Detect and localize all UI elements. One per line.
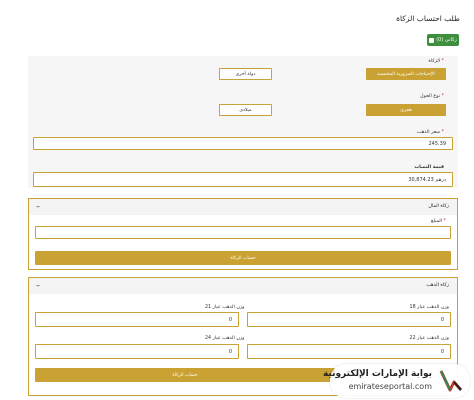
required-mark: * [441, 130, 444, 135]
gold-21-label: وزن الذهب عيار 21 [205, 305, 245, 310]
cash-section-title: زكاة المال [428, 204, 449, 209]
required-mark: * [443, 219, 446, 224]
watermark-badge: بوابة الإمارات الإلكترونية emirateseport… [323, 364, 470, 398]
gold-22-label: وزن الذهب عيار 22 [409, 336, 449, 341]
nisab-field[interactable]: 30,874.23 درهم [33, 172, 453, 187]
required-mark: * [441, 94, 444, 99]
amount-input[interactable] [35, 226, 451, 239]
calendar-type-label-text: نوع الحول [420, 94, 441, 99]
calendar-option-hijri[interactable]: هجري [366, 104, 446, 116]
zakat-type-option-other[interactable]: دولة أخرى [219, 68, 272, 80]
my-zakat-cart-button[interactable]: زكاتي (0) [427, 34, 459, 46]
amount-label-text: المبلغ [430, 219, 443, 224]
zakat-type-option-selected[interactable]: الإحتياجات الضرورية المحتسبة [366, 68, 446, 80]
calculate-gold-zakat-button[interactable]: حساب الزكاة [35, 368, 335, 382]
calendar-type-label: نوع الحول * [420, 94, 444, 99]
gold-18-input[interactable]: 0 [247, 312, 451, 327]
gold-21-input[interactable]: 0 [35, 312, 239, 327]
calendar-option-gregorian[interactable]: ميلادي [219, 104, 272, 116]
required-mark: * [441, 59, 444, 64]
gold-24-label: وزن الذهب عيار 24 [205, 336, 245, 341]
gold-section-header[interactable]: – زكاة الذهب [29, 278, 457, 294]
gold-section-title: زكاة الذهب [426, 283, 449, 288]
page-title: طلب احتساب الزكاة [396, 14, 460, 23]
gold-price-label-text: سعر الذهب [417, 130, 441, 135]
gold-price-label: سعر الذهب * [417, 130, 444, 135]
calculate-cash-zakat-button[interactable]: حساب الزكاة [35, 251, 451, 265]
gold-price-field[interactable]: 245.39 [33, 137, 453, 150]
gold-22-input[interactable]: 0 [247, 344, 451, 359]
cart-label: زكاتي (0) [436, 37, 457, 43]
watermark-arabic-text: بوابة الإمارات الإلكترونية [322, 369, 432, 379]
watermark-english-text: emirateseportal.com [348, 382, 432, 391]
zakat-type-label: الزكاة * [428, 59, 444, 64]
nisab-label: قيمة النصاب [414, 165, 444, 170]
amount-label: المبلغ * [431, 219, 446, 224]
shopping-bag-icon [429, 37, 435, 43]
minus-icon[interactable]: – [36, 202, 40, 211]
gold-24-input[interactable]: 0 [35, 344, 239, 359]
cash-section-header[interactable]: – زكاة المال [29, 199, 457, 215]
logo-icon [439, 370, 463, 392]
zakat-type-label-text: الزكاة [428, 59, 441, 64]
gold-18-label: وزن الذهب عيار 18 [409, 305, 449, 310]
minus-icon[interactable]: – [36, 281, 40, 290]
